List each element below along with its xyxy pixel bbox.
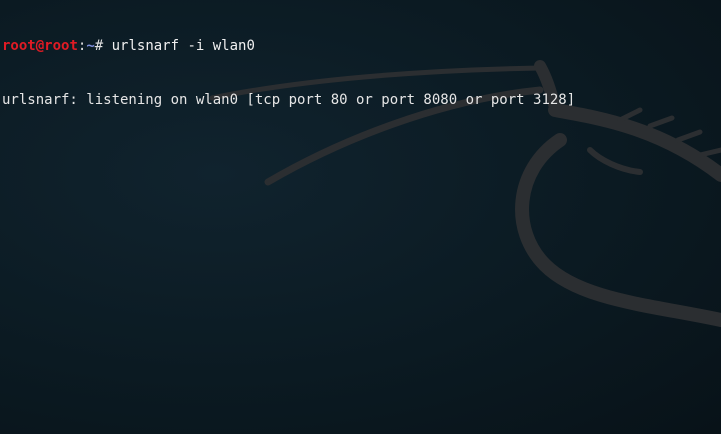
command-line: root@root:~# urlsnarf -i wlan0 <box>2 37 721 55</box>
prompt-user: root <box>2 38 36 54</box>
command-text: urlsnarf -i wlan0 <box>111 38 255 54</box>
prompt-symbol: # <box>94 38 112 54</box>
prompt-at: @ <box>35 38 45 54</box>
terminal-window[interactable]: root@root:~# urlsnarf -i wlan0 urlsnarf:… <box>2 1 721 434</box>
prompt-host: root <box>44 38 78 54</box>
output-line: urlsnarf: listening on wlan0 [tcp port 8… <box>2 92 576 108</box>
prompt-path: ~ <box>86 38 95 54</box>
